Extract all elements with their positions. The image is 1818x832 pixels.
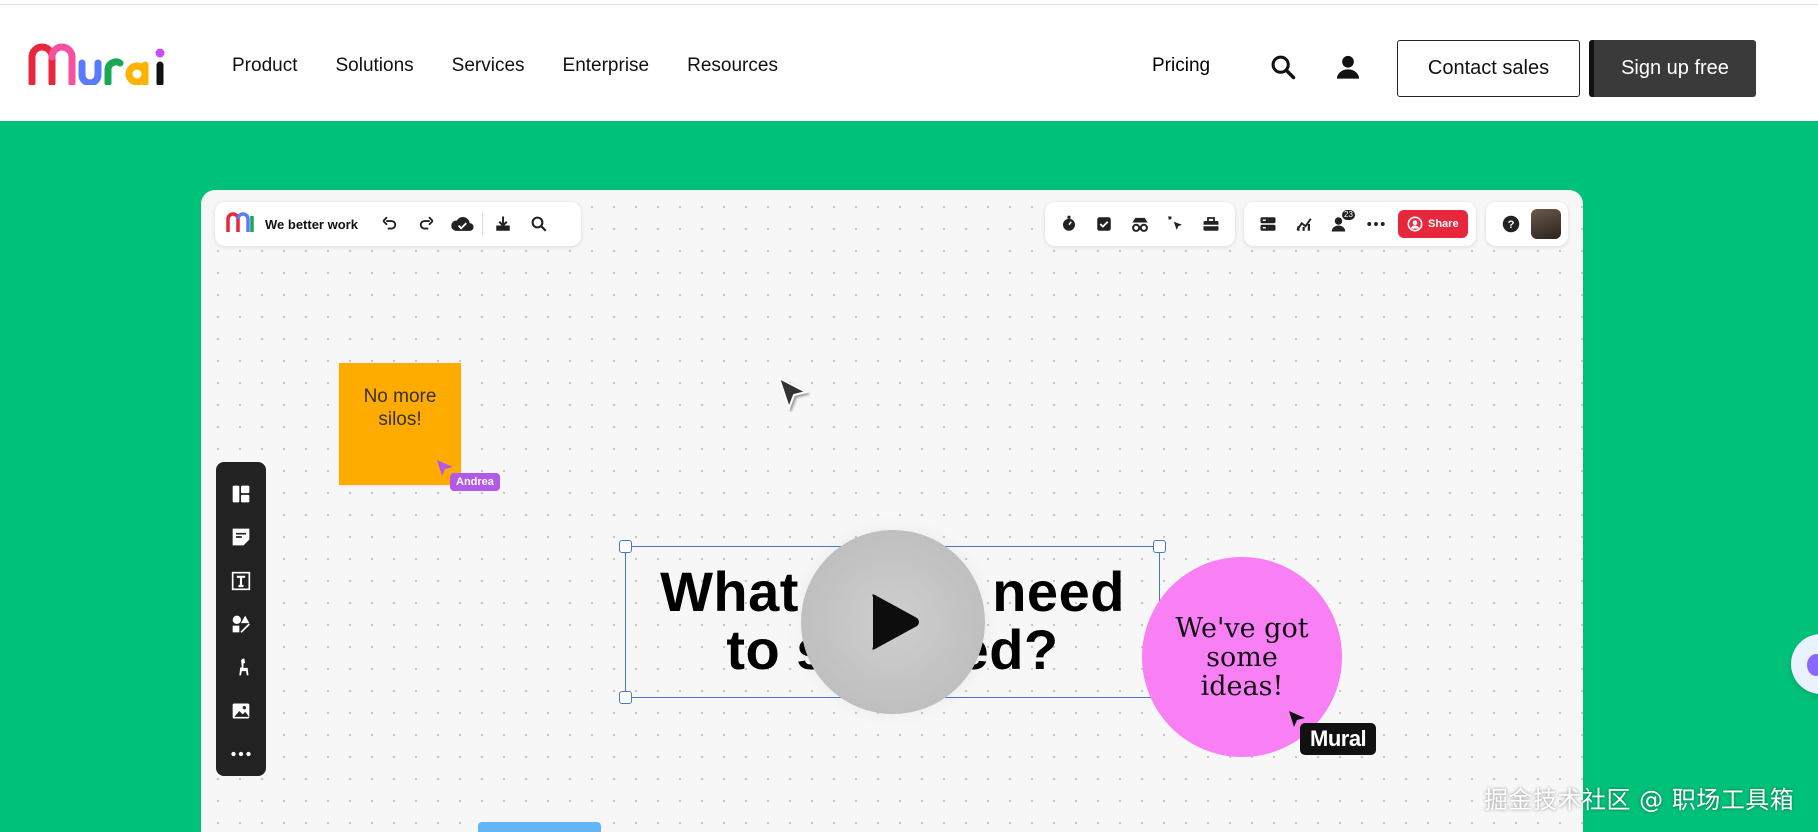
play-video-button[interactable] (801, 530, 985, 714)
llama-icon[interactable] (221, 646, 261, 689)
spy-icon[interactable] (1122, 206, 1158, 242)
more-icon[interactable] (1358, 206, 1394, 242)
share-button[interactable]: Share (1398, 210, 1468, 238)
cloud-check-icon[interactable] (444, 206, 480, 242)
svg-text:?: ? (1508, 219, 1515, 231)
board-toolbar-collab: 23 Share (1244, 202, 1476, 246)
play-icon (872, 594, 919, 650)
members-icon[interactable]: 23 (1322, 206, 1358, 242)
nav-product[interactable]: Product (232, 55, 297, 77)
share-label: Share (1428, 218, 1459, 230)
board-toolbar-help: ? (1486, 202, 1568, 246)
user-avatar[interactable] (1531, 209, 1561, 239)
checkbox-icon[interactable] (1087, 206, 1123, 242)
undo-icon[interactable] (372, 206, 408, 242)
more-icon[interactable] (221, 733, 261, 776)
nav-resources[interactable]: Resources (687, 55, 778, 77)
whiteboard-demo: We better work 23 Share ? No more silos!… (201, 190, 1583, 832)
timer-icon[interactable] (1051, 206, 1087, 242)
search-icon[interactable] (1269, 53, 1297, 81)
board-toolbar-left: We better work (215, 202, 581, 246)
resize-handle-top-left[interactable] (619, 540, 632, 553)
templates-icon[interactable] (221, 472, 261, 515)
resize-handle-bottom-left[interactable] (619, 691, 632, 704)
sign-up-free-button[interactable]: Sign up free (1589, 40, 1756, 97)
mural-mark-icon[interactable] (225, 210, 255, 239)
board-tools-sidebar (216, 462, 266, 776)
text-icon[interactable] (221, 559, 261, 602)
idea-circle-text: We've got some ideas! (1175, 612, 1309, 702)
toolbox-icon[interactable] (1193, 206, 1229, 242)
watermark-text: 掘金技术社区 @ 职场工具箱 (1484, 786, 1795, 814)
shapes-icon[interactable] (221, 602, 261, 645)
help-icon[interactable]: ? (1493, 206, 1529, 242)
collaborator-label-mural: Mural (1300, 723, 1377, 755)
board-toolbar-facilitation (1045, 202, 1235, 246)
user-icon[interactable] (1334, 53, 1362, 81)
search-icon[interactable] (521, 206, 557, 242)
nav-enterprise[interactable]: Enterprise (563, 55, 650, 77)
nav-solutions[interactable]: Solutions (335, 55, 413, 77)
site-header: Product Solutions Services Enterprise Re… (0, 5, 1818, 121)
activity-icon[interactable] (1286, 206, 1322, 242)
contact-sales-button[interactable]: Contact sales (1397, 40, 1580, 97)
download-icon[interactable] (485, 206, 521, 242)
image-icon[interactable] (221, 689, 261, 732)
redo-icon[interactable] (408, 206, 444, 242)
share-user-icon (1407, 216, 1423, 232)
cursor-click-icon[interactable] (1158, 206, 1194, 242)
nav-pricing[interactable]: Pricing (1152, 55, 1210, 77)
nav-services[interactable]: Services (452, 55, 525, 77)
sticky-note-blue[interactable] (478, 822, 601, 832)
chat-launcher-mark (1807, 654, 1818, 676)
mural-logo[interactable] (28, 43, 174, 85)
sticky-note-icon[interactable] (221, 515, 261, 558)
primary-nav: Product Solutions Services Enterprise Re… (232, 55, 778, 77)
collaborator-label-andrea: Andrea (450, 473, 500, 491)
outline-icon[interactable] (1250, 206, 1286, 242)
members-count-badge: 23 (1342, 210, 1355, 220)
pointer-cursor-icon (776, 375, 810, 417)
board-title[interactable]: We better work (265, 217, 358, 232)
toolbar-divider (481, 213, 483, 235)
resize-handle-top-right[interactable] (1153, 540, 1166, 553)
